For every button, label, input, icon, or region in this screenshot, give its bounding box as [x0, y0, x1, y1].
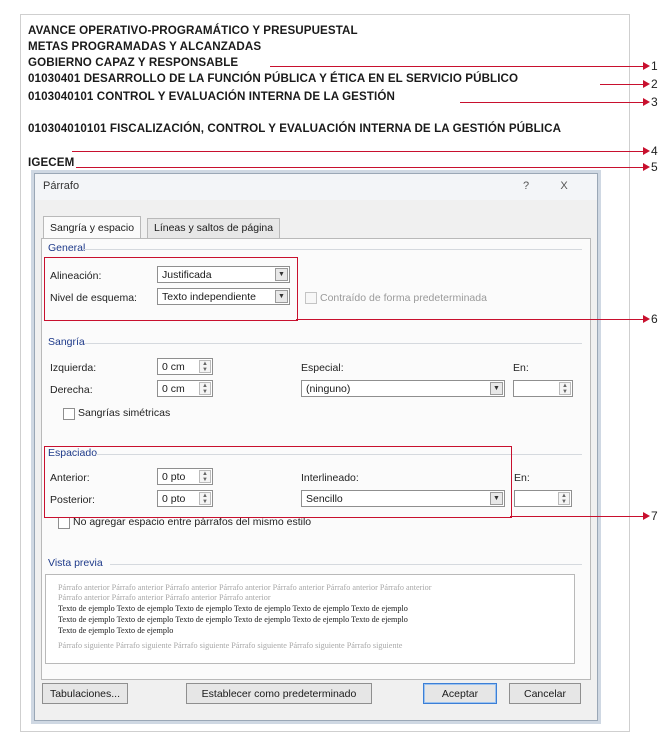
indent-right-input[interactable]: 0 cm ▲ ▼ [157, 380, 213, 397]
callout-line-6 [296, 319, 644, 321]
callout-number-3: 3 [651, 95, 658, 109]
doc-line-1: AVANCE OPERATIVO-PROGRAMÁTICO Y PRESUPUE… [28, 24, 358, 37]
spin-icon[interactable]: ▲ ▼ [559, 382, 571, 395]
callout-arrow-2 [643, 80, 650, 88]
preview-divider [110, 564, 582, 565]
callout-line-4 [72, 151, 644, 153]
mirror-indents-checkbox[interactable] [63, 408, 75, 420]
mirror-indents-label: Sangrías simétricas [78, 407, 171, 419]
callout-number-4: 4 [651, 144, 658, 158]
doc-line-6: 010304010101 FISCALIZACIÓN, CONTROL Y EV… [28, 122, 562, 135]
ok-button[interactable]: Aceptar [423, 683, 497, 704]
preview-sample-2: Texto de ejemplo Texto de ejemplo Texto … [58, 615, 408, 624]
callout-box-6 [44, 257, 298, 321]
callout-line-7 [510, 516, 644, 518]
callout-arrow-1 [643, 62, 650, 70]
tabs-button[interactable]: Tabulaciones... [42, 683, 128, 704]
spin-icon[interactable]: ▲ ▼ [558, 492, 570, 505]
doc-line-7: IGECEM [28, 156, 75, 169]
callout-arrow-7 [643, 512, 650, 520]
callout-number-7: 7 [651, 509, 658, 523]
chevron-down-icon: ▼ [490, 382, 503, 395]
doc-line-4: 01030401 DESARROLLO DE LA FUNCIÓN PÚBLIC… [28, 72, 519, 85]
indent-right-label: Derecha: [50, 384, 93, 396]
preview-prev-2: Párrafo anterior Párrafo anterior Párraf… [58, 593, 271, 602]
dialog-titlebar: Párrafo ? X [35, 174, 597, 200]
callout-number-2: 2 [651, 77, 658, 91]
indent-right-value: 0 cm [162, 383, 185, 395]
callout-line-5 [76, 167, 644, 169]
spin-icon[interactable]: ▲ ▼ [199, 360, 211, 373]
section-preview: Vista previa [48, 557, 103, 569]
indent-divider [84, 343, 582, 344]
section-general: General [48, 242, 86, 254]
set-default-button[interactable]: Establecer como predeterminado [186, 683, 372, 704]
indent-by-label: En: [513, 362, 529, 374]
callout-line-1 [270, 66, 644, 68]
spacing-at-label: En: [514, 472, 530, 484]
indent-left-input[interactable]: 0 cm ▲ ▼ [157, 358, 213, 375]
spin-icon[interactable]: ▲ ▼ [199, 382, 211, 395]
no-space-checkbox[interactable] [58, 517, 70, 529]
special-value: (ninguno) [306, 383, 351, 395]
tab-indent-spacing[interactable]: Sangría y espacio [43, 216, 142, 238]
special-select[interactable]: (ninguno) ▼ [301, 380, 505, 397]
collapsed-checkbox[interactable] [305, 292, 317, 304]
spacing-at-input[interactable]: ▲ ▼ [514, 490, 572, 507]
special-label: Especial: [301, 362, 344, 374]
preview-prev-1: Párrafo anterior Párrafo anterior Párraf… [58, 583, 432, 592]
indent-left-label: Izquierda: [50, 362, 97, 374]
page: AVANCE OPERATIVO-PROGRAMÁTICO Y PRESUPUE… [0, 0, 664, 733]
indent-left-value: 0 cm [162, 361, 185, 373]
doc-line-2: METAS PROGRAMADAS Y ALCANZADAS [28, 40, 262, 53]
collapsed-label: Contraído de forma predeterminada [320, 292, 487, 304]
cancel-button[interactable]: Cancelar [509, 683, 581, 704]
preview-box: Párrafo anterior Párrafo anterior Párraf… [45, 574, 575, 664]
dialog-title: Párrafo [43, 180, 80, 192]
close-button[interactable]: X [551, 177, 577, 195]
callout-number-5: 5 [651, 160, 658, 174]
callout-arrow-6 [643, 315, 650, 323]
callout-arrow-3 [643, 98, 650, 106]
preview-sample-3: Texto de ejemplo Texto de ejemplo [58, 626, 174, 635]
preview-sample-1: Texto de ejemplo Texto de ejemplo Texto … [58, 604, 408, 613]
callout-arrow-4 [643, 147, 650, 155]
section-indent: Sangría [48, 336, 85, 348]
callout-number-6: 6 [651, 312, 658, 326]
help-button[interactable]: ? [513, 177, 539, 195]
doc-line-3: GOBIERNO CAPAZ Y RESPONSABLE [28, 56, 239, 69]
indent-by-input[interactable]: ▲ ▼ [513, 380, 573, 397]
callout-arrow-5 [643, 163, 650, 171]
tab-line-page-breaks[interactable]: Líneas y saltos de página [147, 218, 281, 238]
general-divider [84, 249, 582, 250]
preview-next-1: Párrafo siguiente Párrafo siguiente Párr… [58, 641, 403, 650]
callout-box-7 [44, 446, 512, 518]
callout-line-3 [460, 102, 644, 104]
callout-number-1: 1 [651, 59, 658, 73]
callout-line-2 [600, 84, 644, 86]
doc-line-5: 0103040101 CONTROL Y EVALUACIÓN INTERNA … [28, 90, 395, 103]
